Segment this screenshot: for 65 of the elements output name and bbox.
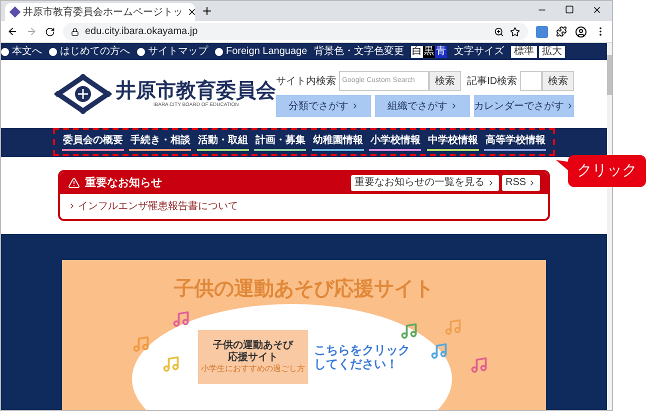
emblem-logo-icon <box>54 74 112 114</box>
nav-item[interactable]: 手続き・相談 <box>129 133 192 152</box>
search-label: 記事ID検索 <box>467 74 518 89</box>
notice-link-button[interactable]: RSS <box>502 174 540 191</box>
music-note-icon <box>132 335 150 353</box>
callout-label: クリック <box>568 155 646 187</box>
reload-icon[interactable] <box>45 26 55 36</box>
nav-item[interactable]: 中学校情報 <box>426 133 479 152</box>
browse-button[interactable]: カレンダーでさがす <box>474 95 574 118</box>
card-subtitle: 小学生におすすめの過ごし方 <box>201 364 306 374</box>
text-size-button[interactable]: 標準 <box>511 46 538 58</box>
utility-link[interactable]: サイトマップ <box>148 44 208 60</box>
search-button[interactable]: 検索 <box>429 71 462 92</box>
browse-button[interactable]: 分類でさがす <box>276 95 372 118</box>
search-button[interactable]: 検索 <box>542 71 574 92</box>
nav-item[interactable]: 幼稚園情報 <box>312 133 364 152</box>
search-label: サイト内検索 <box>276 74 336 89</box>
music-note-icon <box>430 342 448 360</box>
utility-link[interactable]: 本文へ <box>12 44 42 60</box>
notice-link[interactable]: インフルエンザ罹患報告書について <box>78 198 238 214</box>
text-size-label: 文字サイズ <box>454 44 504 60</box>
nav-item[interactable]: 高等学校情報 <box>484 133 546 152</box>
card-title: 子供の運動あそび <box>213 340 294 351</box>
color-theme-button[interactable]: 白 <box>411 46 424 58</box>
star-icon[interactable] <box>510 26 520 36</box>
nav-item[interactable]: 小学校情報 <box>369 133 422 152</box>
site-title: 井原市教育委員会 <box>116 80 276 102</box>
profile-icon[interactable] <box>575 26 587 38</box>
zoom-icon[interactable] <box>494 26 504 36</box>
text-size-button[interactable]: 拡大 <box>539 46 566 58</box>
url-text: edu.city.ibara.okayama.jp <box>85 25 198 39</box>
puzzle-icon[interactable] <box>556 26 567 37</box>
extension-icon[interactable] <box>536 26 548 38</box>
warning-icon <box>68 176 80 189</box>
cta-text: こちらをクリック <box>314 343 410 357</box>
notice-link-button[interactable]: 重要なお知らせの一覧を見る <box>350 174 499 191</box>
nav-item[interactable]: 委員会の概要 <box>62 133 124 152</box>
utility-link[interactable]: はじめての方へ <box>60 44 130 60</box>
music-note-icon <box>470 356 488 374</box>
back-icon[interactable] <box>7 26 18 37</box>
notice-title: 重要なお知らせ <box>85 176 162 191</box>
close-icon[interactable] <box>187 7 197 17</box>
cta-text: してください！ <box>314 357 400 371</box>
banner-title: 子供の運動あそび応援サイト <box>174 276 434 302</box>
color-theme-button[interactable]: 青 <box>435 46 448 58</box>
browse-button[interactable]: 組織でさがす <box>375 95 470 118</box>
music-note-icon <box>172 310 190 328</box>
new-tab-icon[interactable] <box>201 5 213 17</box>
color-theme-button[interactable]: 黒 <box>423 46 436 58</box>
nav-item[interactable]: 計画・募集 <box>254 133 306 152</box>
site-favicon-icon <box>9 6 21 18</box>
color-change-label: 背景色・文字色変更 <box>314 44 404 60</box>
card-title: 応援サイト <box>228 352 278 364</box>
article-id-field[interactable] <box>520 71 542 92</box>
music-note-icon <box>400 322 418 340</box>
tab-title: 井原市教育委員会ホームページトッ <box>23 6 183 20</box>
nav-item[interactable]: 活動・取組 <box>196 133 249 152</box>
close-icon[interactable] <box>592 5 602 15</box>
maximize-icon[interactable] <box>565 5 574 14</box>
music-note-icon <box>444 318 462 336</box>
music-note-icon <box>162 355 180 373</box>
address-field[interactable]: edu.city.ibara.okayama.jp <box>63 23 528 40</box>
browser-tab[interactable]: 井原市教育委員会ホームページトッ <box>5 3 195 21</box>
lock-icon <box>71 28 79 36</box>
utility-link[interactable]: Foreign Language <box>226 44 308 60</box>
